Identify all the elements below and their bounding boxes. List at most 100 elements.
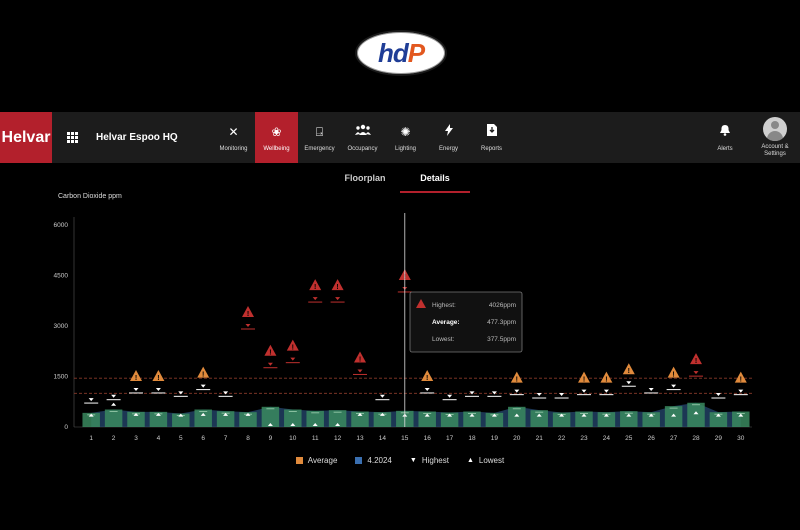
average-swatch bbox=[295, 457, 303, 464]
highest-marker bbox=[155, 387, 161, 391]
average-bar bbox=[194, 409, 212, 427]
nav-label: Lighting bbox=[394, 145, 417, 152]
tooltip-value: 377.5ppm bbox=[487, 336, 516, 343]
x-tick-label: 7 bbox=[224, 435, 228, 442]
alert-icon-glyph: ! bbox=[157, 375, 159, 382]
bolt-icon bbox=[444, 123, 454, 140]
nav-label: Occupancy bbox=[347, 145, 378, 152]
brand-logo[interactable]: Helvar bbox=[0, 112, 52, 163]
nav-label: Alerts bbox=[717, 145, 733, 152]
alert-icon-glyph: ! bbox=[672, 372, 674, 379]
tooltip-label: Highest: bbox=[432, 302, 456, 309]
highest-marker bbox=[514, 389, 520, 393]
x-tick-label: 26 bbox=[648, 435, 656, 442]
average-bar bbox=[530, 410, 548, 427]
average-bar bbox=[104, 409, 123, 427]
highest-marker bbox=[491, 391, 497, 395]
x-tick-label: 5 bbox=[179, 435, 183, 442]
highest-marker-icon: ▼ bbox=[409, 457, 417, 464]
chart-legend: Average 4.2024 ▼ Highest ▲ Lowest bbox=[0, 456, 800, 465]
highest-marker bbox=[559, 393, 565, 397]
month-swatch bbox=[355, 457, 363, 464]
average-bar bbox=[687, 402, 705, 427]
x-tick-label: 11 bbox=[312, 435, 319, 442]
highest-marker bbox=[738, 389, 744, 393]
logo-p: P bbox=[407, 37, 425, 68]
nav-alerts[interactable]: Alerts bbox=[700, 112, 750, 163]
highest-marker bbox=[88, 398, 94, 402]
lowest-marker bbox=[111, 402, 117, 406]
bell-icon bbox=[720, 124, 730, 140]
highest-marker bbox=[603, 389, 609, 393]
legend-month[interactable]: 4.2024 bbox=[355, 456, 392, 465]
light-icon: ✺ bbox=[400, 124, 411, 139]
x-tick-label: 30 bbox=[737, 435, 745, 442]
highest-marker bbox=[424, 387, 430, 391]
nav-lighting[interactable]: ✺ Lighting bbox=[384, 112, 427, 163]
tooltip-value: 477.3ppm bbox=[487, 319, 516, 326]
alert-icon-glyph: ! bbox=[605, 377, 607, 384]
highest-marker bbox=[581, 389, 587, 393]
x-tick-label: 4 bbox=[157, 435, 161, 442]
nav-emergency[interactable]: ⍈ Emergency bbox=[298, 112, 341, 163]
co2-chart[interactable]: 01500300045006000!!!!!!!!!!!!!!!!!!12345… bbox=[0, 205, 800, 450]
legend-highest[interactable]: ▼ Highest bbox=[410, 456, 449, 465]
highest-marker bbox=[223, 391, 229, 395]
nav-monitoring[interactable]: ✕ Monitoring bbox=[212, 112, 255, 163]
x-tick-label: 28 bbox=[692, 435, 700, 442]
avatar bbox=[763, 117, 787, 141]
x-tick-label: 8 bbox=[246, 435, 250, 442]
highest-marker bbox=[648, 387, 654, 391]
x-tick-label: 12 bbox=[334, 435, 342, 442]
x-tick-label: 24 bbox=[603, 435, 611, 442]
x-tick-label: 20 bbox=[513, 435, 521, 442]
x-tick-label: 25 bbox=[625, 435, 633, 442]
top-nav: Helvar Helvar Espoo HQ ✕ Monitoring ❀ We… bbox=[0, 112, 800, 163]
highest-marker bbox=[200, 384, 206, 388]
tab-details[interactable]: Details bbox=[400, 170, 470, 193]
alert-icon-glyph: ! bbox=[202, 372, 204, 379]
tooltip-value: 4026ppm bbox=[489, 302, 516, 309]
nav-account[interactable]: Account & Settings bbox=[750, 112, 800, 163]
legend-label: Lowest bbox=[478, 456, 505, 465]
alert-icon-glyph: ! bbox=[359, 356, 361, 363]
highest-marker bbox=[536, 393, 542, 397]
view-tabs: Floorplan Details bbox=[330, 170, 470, 193]
highest-marker bbox=[693, 371, 699, 375]
legend-lowest[interactable]: ▲ Lowest bbox=[467, 456, 504, 465]
apps-grid-icon[interactable] bbox=[52, 112, 92, 163]
highest-marker bbox=[312, 297, 318, 301]
alert-icon-glyph: ! bbox=[247, 311, 249, 318]
legend-label: Average bbox=[307, 456, 338, 465]
alert-icon-glyph: ! bbox=[314, 284, 316, 291]
x-tick-label: 14 bbox=[379, 435, 387, 442]
nav-label: Account & Settings bbox=[761, 144, 789, 157]
nav-wellbeing[interactable]: ❀ Wellbeing bbox=[255, 112, 298, 163]
nav-label: Energy bbox=[438, 145, 458, 152]
x-tick-label: 6 bbox=[201, 435, 205, 442]
highest-marker bbox=[178, 391, 184, 395]
report-icon bbox=[486, 123, 497, 140]
site-name[interactable]: Helvar Espoo HQ bbox=[92, 112, 202, 163]
x-tick-label: 15 bbox=[401, 435, 409, 442]
x-tick-label: 13 bbox=[356, 435, 364, 442]
y-tick-label: 6000 bbox=[54, 222, 69, 229]
highest-marker bbox=[335, 297, 341, 301]
legend-average[interactable]: Average bbox=[295, 456, 338, 465]
y-tick-label: 4500 bbox=[54, 273, 69, 280]
x-tick-label: 9 bbox=[269, 435, 273, 442]
highest-marker bbox=[469, 391, 475, 395]
alert-icon-glyph: ! bbox=[135, 375, 137, 382]
exit-icon: ⍈ bbox=[315, 124, 324, 139]
nav-label: Wellbeing bbox=[263, 145, 290, 152]
alert-icon-glyph: ! bbox=[426, 375, 428, 382]
highest-marker bbox=[111, 394, 117, 398]
tab-floorplan[interactable]: Floorplan bbox=[330, 170, 400, 193]
alert-icon-glyph: ! bbox=[583, 377, 585, 384]
nav-occupancy[interactable]: Occupancy bbox=[341, 112, 384, 163]
x-tick-label: 22 bbox=[558, 435, 566, 442]
nav-energy[interactable]: Energy bbox=[427, 112, 470, 163]
nav-reports[interactable]: Reports bbox=[470, 112, 513, 163]
average-bar bbox=[508, 406, 526, 427]
nav-label: Reports bbox=[480, 145, 502, 152]
